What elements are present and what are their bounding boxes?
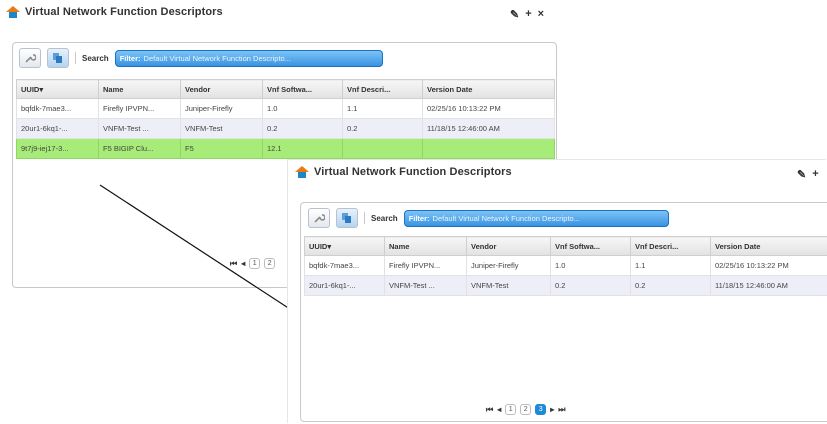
copy-button[interactable] [336,208,358,228]
cell-version-date: 11/18/15 12:46:00 AM [710,275,827,296]
filter-key: Filter: [408,213,430,223]
window-title: Virtual Network Function Descriptors [295,166,512,178]
cell-vnf-software: 1.0 [550,255,631,276]
cell-vendor: VNFM-Test [466,275,551,296]
cell-uuid: bqfdk-7mae3... [304,255,385,276]
filter-value: Default Virtual Network Function Descrip… [432,213,580,223]
vnf-descriptor-table: UUID▾ Name Vendor Vnf Softwa... Vnf Desc… [304,236,827,296]
table-row[interactable]: bqfdk-7mae3... Firefly IPVPN... Juniper-… [304,255,827,276]
add-button[interactable]: + [812,168,818,181]
column-header-vnf-descriptor[interactable]: Vnf Descri... [630,236,711,256]
page-button-1[interactable]: 1 [505,404,517,415]
cell-vnf-software: 0.2 [550,275,631,296]
cell-name: VNFM-Test ... [384,275,467,296]
page-button-2[interactable]: 2 [520,404,532,415]
window-controls: ✎ + [797,168,819,181]
cell-vendor: Juniper-Firefly [466,255,551,276]
pin-icon[interactable]: ✎ [797,168,806,181]
foreground-window: Virtual Network Function Descriptors ✎ +… [288,160,827,424]
page-button-3-active[interactable]: 3 [535,404,547,415]
first-page-button[interactable]: ⏮ [486,405,493,415]
filter-chip[interactable]: Filter: Default Virtual Network Function… [403,209,669,227]
column-header-vnf-software[interactable]: Vnf Softwa... [550,236,631,256]
cell-version-date: 02/25/16 10:13:22 PM [710,255,827,276]
cell-vnf-descriptor: 0.2 [630,275,711,296]
column-header-version-date[interactable]: Version Date [710,236,827,256]
cell-name: Firefly IPVPN... [384,255,467,276]
table-header-row: UUID▾ Name Vendor Vnf Softwa... Vnf Desc… [304,236,827,256]
wrench-icon [314,214,325,223]
pager: ⏮ ◂ 1 2 3 ▸ ⏭ [486,404,565,415]
prev-page-button[interactable]: ◂ [497,405,501,414]
column-header-uuid[interactable]: UUID▾ [304,236,385,256]
next-page-button[interactable]: ▸ [550,405,554,414]
copy-icon [342,213,351,223]
toolbar-separator [364,212,365,224]
house-icon [295,166,309,178]
window-title-text: Virtual Network Function Descriptors [314,166,512,178]
column-header-name[interactable]: Name [384,236,467,256]
search-label: Search [371,213,398,223]
table-row[interactable]: 20ur1-6kq1-... VNFM-Test ... VNFM-Test 0… [304,275,827,296]
toolbar: Search Filter: Default Virtual Network F… [308,208,669,228]
cell-vnf-descriptor: 1.1 [630,255,711,276]
column-header-vendor[interactable]: Vendor [466,236,551,256]
grid-frame [300,202,827,422]
wrench-button[interactable] [308,208,330,228]
cell-uuid: 20ur1-6kq1-... [304,275,385,296]
last-page-button[interactable]: ⏭ [558,405,565,415]
